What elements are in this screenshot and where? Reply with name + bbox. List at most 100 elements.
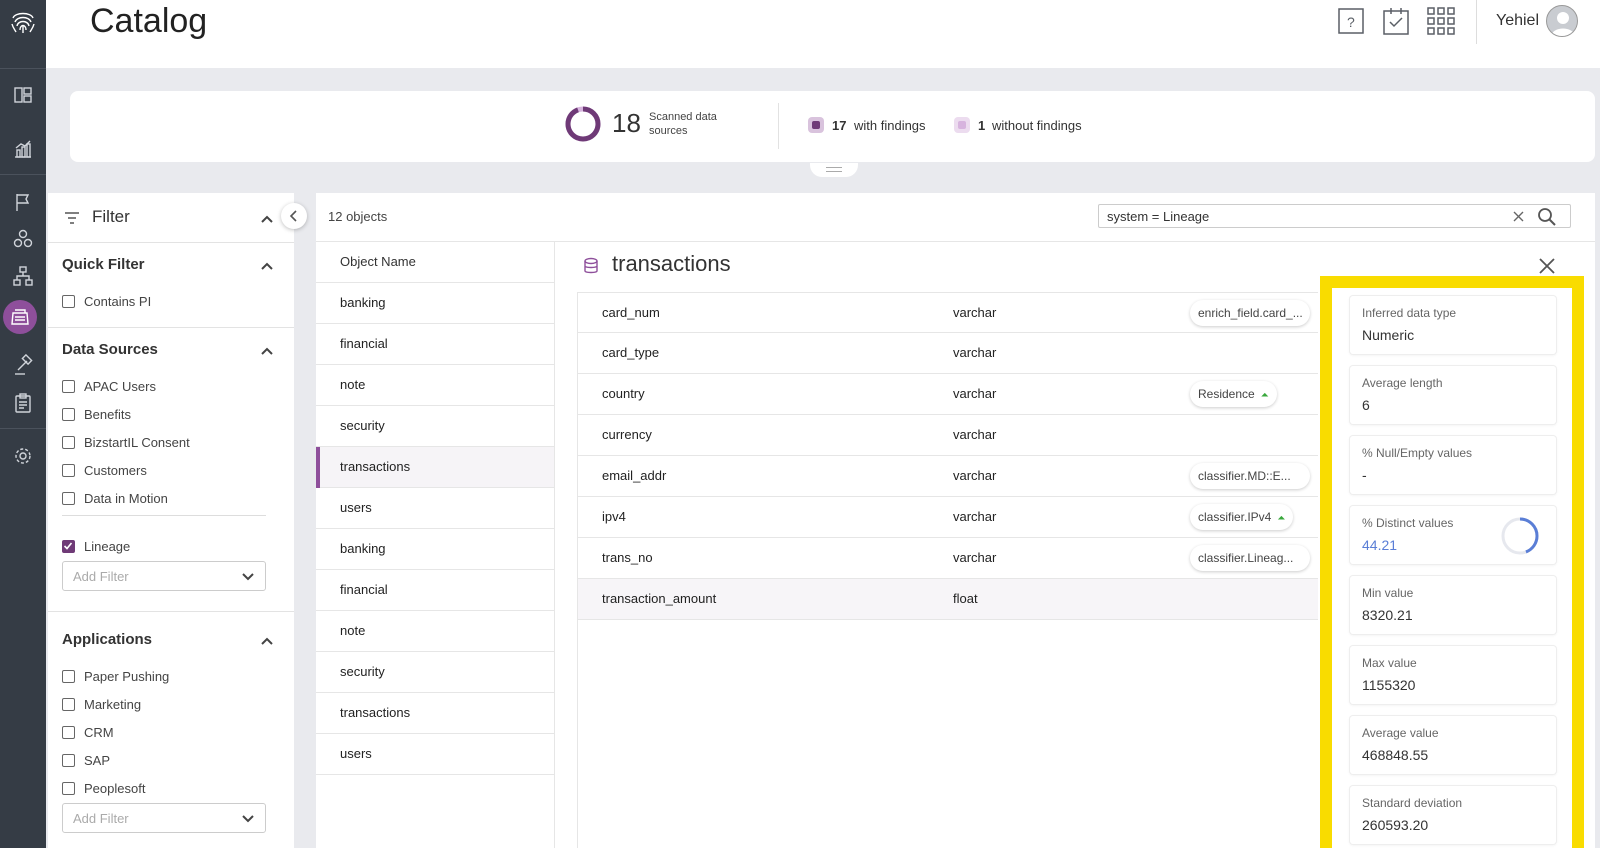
column-type: varchar bbox=[953, 468, 997, 483]
search-icon[interactable] bbox=[1537, 207, 1557, 227]
dashboard-icon[interactable] bbox=[11, 83, 35, 107]
chevron-up-icon[interactable] bbox=[260, 214, 274, 224]
clipboard-icon[interactable] bbox=[11, 391, 35, 415]
checkbox[interactable] bbox=[62, 492, 75, 505]
collapse-filter-button[interactable] bbox=[281, 203, 307, 229]
data-sources-add-filter[interactable]: Add Filter bbox=[62, 561, 266, 591]
checkbox[interactable] bbox=[62, 295, 75, 308]
avatar-icon[interactable] bbox=[1546, 5, 1578, 37]
tag-label: enrich_field.card_... bbox=[1198, 306, 1303, 320]
header-divider bbox=[1476, 0, 1477, 44]
help-icon[interactable]: ? bbox=[1336, 6, 1366, 36]
checkbox[interactable] bbox=[62, 436, 75, 449]
reports-chart-icon[interactable] bbox=[11, 137, 35, 161]
column-row[interactable]: currency varchar bbox=[578, 415, 1318, 456]
column-name: transaction_amount bbox=[602, 591, 717, 606]
catalog-icon[interactable] bbox=[8, 305, 32, 329]
filter-lines-icon bbox=[65, 212, 79, 224]
object-list: Object Name banking financial note secur… bbox=[316, 242, 555, 848]
column-type: varchar bbox=[953, 509, 997, 524]
fingerprint-logo-icon[interactable] bbox=[7, 6, 39, 38]
column-name: card_num bbox=[602, 305, 660, 320]
object-name: banking bbox=[340, 541, 386, 556]
without-findings-legend-icon bbox=[954, 117, 970, 133]
chevron-up-icon[interactable] bbox=[260, 636, 274, 646]
applications-title: Applications bbox=[62, 631, 153, 648]
gavel-icon[interactable] bbox=[11, 353, 35, 378]
clusters-icon[interactable] bbox=[11, 227, 35, 251]
object-row[interactable]: users bbox=[316, 488, 554, 529]
column-row[interactable]: email_addr varchar classifier.MD::E... bbox=[578, 456, 1318, 497]
search-input[interactable]: system = Lineage bbox=[1098, 204, 1571, 228]
apps-grid-icon[interactable] bbox=[1426, 6, 1456, 36]
close-icon[interactable] bbox=[1538, 257, 1556, 275]
summary-collapse-handle[interactable] bbox=[810, 163, 858, 177]
without-findings-label: without findings bbox=[992, 118, 1082, 133]
settings-gear-icon[interactable] bbox=[11, 444, 35, 468]
column-row-selected[interactable]: transaction_amount float bbox=[578, 579, 1318, 620]
chevron-up-icon[interactable] bbox=[260, 261, 274, 271]
checkbox[interactable] bbox=[62, 726, 75, 739]
flag-icon[interactable] bbox=[11, 190, 35, 214]
classifier-tag[interactable]: classifier.IPv4 ⏶ bbox=[1190, 504, 1294, 530]
tasks-icon[interactable] bbox=[1381, 6, 1411, 36]
stat-value: 44.21 bbox=[1362, 537, 1398, 553]
column-row[interactable]: card_num varchar enrich_field.card_... bbox=[578, 292, 1318, 333]
column-row[interactable]: card_type varchar bbox=[578, 333, 1318, 374]
checkbox[interactable] bbox=[62, 670, 75, 683]
scanned-donut-chart bbox=[564, 105, 602, 143]
object-row[interactable]: transactions bbox=[316, 693, 554, 734]
object-row[interactable]: financial bbox=[316, 324, 554, 365]
object-list-header[interactable]: Object Name bbox=[316, 242, 554, 283]
stat-value: 468848.55 bbox=[1362, 747, 1429, 763]
filter-panel: Filter Quick Filter Contains PI Data Sou… bbox=[48, 193, 294, 848]
object-row[interactable]: security bbox=[316, 406, 554, 447]
checkbox[interactable] bbox=[62, 464, 75, 477]
checkbox[interactable] bbox=[62, 782, 75, 795]
column-statistics-panel: Inferred data type Numeric Average lengt… bbox=[1320, 276, 1584, 848]
column-type: varchar bbox=[953, 550, 997, 565]
filter-header: Filter bbox=[48, 193, 294, 243]
rail-divider bbox=[0, 174, 46, 175]
checkbox[interactable] bbox=[62, 408, 75, 421]
applications-add-filter[interactable]: Add Filter bbox=[62, 803, 266, 833]
hierarchy-icon[interactable] bbox=[11, 264, 35, 288]
svg-text:?: ? bbox=[1347, 14, 1355, 30]
object-row[interactable]: banking bbox=[316, 283, 554, 324]
classifier-tag[interactable]: enrich_field.card_... bbox=[1190, 300, 1310, 326]
double-chevron-up-icon: ⏶ bbox=[1260, 390, 1269, 401]
checkbox[interactable] bbox=[62, 380, 75, 393]
column-row[interactable]: trans_no varchar classifier.Lineag... bbox=[578, 538, 1318, 579]
object-row[interactable]: note bbox=[316, 365, 554, 406]
data-sources-title: Data Sources bbox=[62, 341, 158, 358]
scan-summary-card: 18 Scanned data sources 17 with findings… bbox=[70, 91, 1595, 162]
column-row[interactable]: ipv4 varchar classifier.IPv4 ⏶ bbox=[578, 497, 1318, 538]
object-row[interactable]: financial bbox=[316, 570, 554, 611]
rail-divider bbox=[0, 68, 46, 69]
object-row[interactable]: security bbox=[316, 652, 554, 693]
detail-title: transactions bbox=[612, 251, 731, 276]
object-row[interactable]: banking bbox=[316, 529, 554, 570]
checkbox[interactable] bbox=[62, 754, 75, 767]
user-name[interactable]: Yehiel bbox=[1496, 12, 1539, 30]
classifier-tag[interactable]: classifier.MD::E... bbox=[1190, 463, 1310, 489]
clear-search-icon[interactable] bbox=[1513, 211, 1524, 222]
checkbox[interactable] bbox=[62, 698, 75, 711]
classifier-tag[interactable]: Residence ⏶ bbox=[1190, 381, 1277, 407]
search-value: system = Lineage bbox=[1107, 209, 1210, 224]
column-name: currency bbox=[602, 427, 652, 442]
checkbox-label: Benefits bbox=[84, 407, 131, 422]
stat-card: Average length 6 bbox=[1350, 366, 1556, 424]
tag-label: Residence bbox=[1198, 387, 1255, 401]
tag-label: classifier.Lineag... bbox=[1198, 551, 1294, 565]
chevron-up-icon[interactable] bbox=[260, 346, 274, 356]
object-row[interactable]: users bbox=[316, 734, 554, 775]
object-row-selected[interactable]: transactions bbox=[316, 447, 554, 488]
object-row[interactable]: note bbox=[316, 611, 554, 652]
column-type: float bbox=[953, 591, 978, 606]
object-name: transactions bbox=[340, 705, 411, 720]
column-row[interactable]: country varchar Residence ⏶ bbox=[578, 374, 1318, 415]
object-name: transactions bbox=[340, 459, 411, 474]
checkbox-checked[interactable] bbox=[62, 540, 75, 553]
classifier-tag[interactable]: classifier.Lineag... bbox=[1190, 545, 1310, 571]
